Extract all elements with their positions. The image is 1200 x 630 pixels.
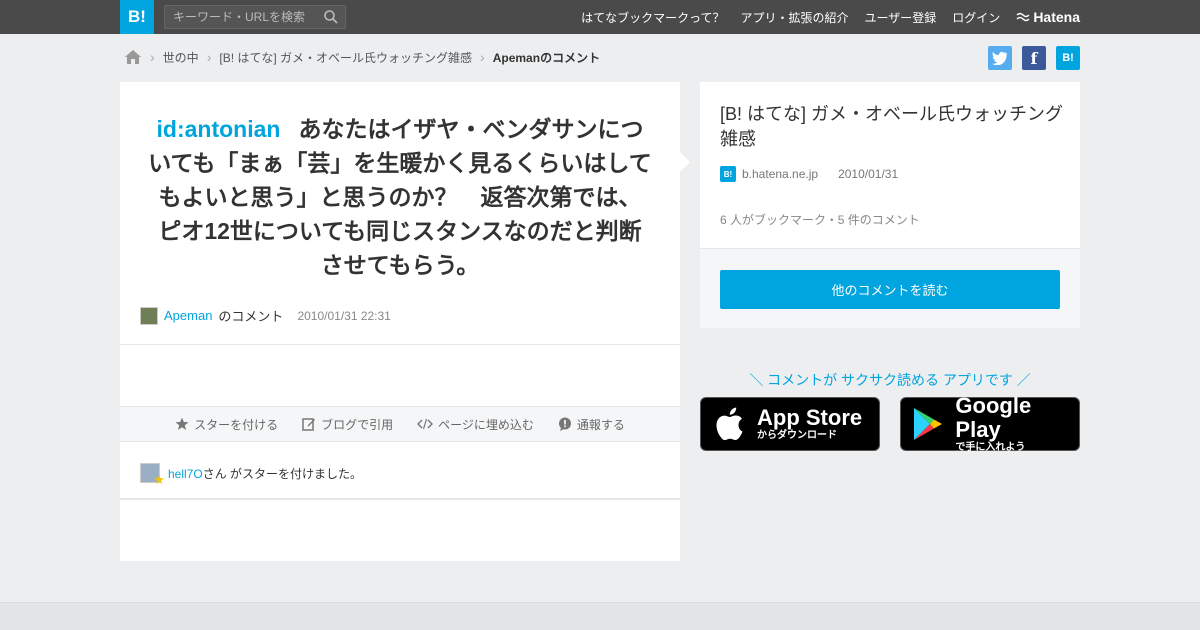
comment-actions: スターを付ける ブログで引用 ページに埋め込む 通報する [120, 406, 680, 442]
divider [120, 498, 680, 500]
breadcrumb: › 世の中 › [B! はてな] ガメ・オベール氏ウォッチング雑感 › Apem… [124, 46, 600, 68]
hatena-brand-text: Hatena [1033, 9, 1080, 25]
google-play-badge[interactable]: Google Play で手に入れよう [900, 393, 1080, 453]
star-list: ★ hell7Oさん がスターを付けました。 [140, 463, 363, 487]
embed-label: ページに埋め込む [438, 417, 534, 432]
edit-icon [302, 418, 316, 431]
entry-site-link[interactable]: b.hatena.ne.jp [742, 167, 818, 181]
report-label: 通報する [576, 417, 625, 432]
divider [120, 344, 680, 345]
search-box [164, 5, 346, 29]
top-bar: B! はてなブックマークって？ アプリ・拡張の紹介 ユーザー登録 ログイン Ha… [0, 0, 1200, 34]
star-user-link[interactable]: hell7O [168, 467, 203, 481]
share-buttons: f B! [988, 46, 1080, 70]
avatar[interactable]: ★ [140, 463, 165, 487]
comment-user-link[interactable]: Apeman [164, 308, 212, 323]
hatena-share-button[interactable]: B! [1056, 46, 1080, 70]
breadcrumb-entry[interactable]: [B! はてな] ガメ・オベール氏ウォッチング雑感 [219, 49, 472, 66]
report-button[interactable]: 通報する [558, 416, 625, 433]
comment-body: id:antonian あなたはイザヤ・ベンダサンについても「まぁ「芸」を生暖かく… [120, 82, 680, 282]
add-star-label: スターを付ける [194, 417, 279, 432]
chevron-right-icon: › [480, 49, 485, 65]
search-icon[interactable] [323, 9, 339, 25]
breadcrumb-category[interactable]: 世の中 [163, 49, 199, 66]
read-other-comments-button[interactable]: 他のコメントを読む [720, 270, 1060, 309]
facebook-share-button[interactable]: f [1022, 46, 1046, 70]
comment-card: id:antonian あなたはイザヤ・ベンダサンについても「まぁ「芸」を生暖かく… [120, 82, 680, 561]
entry-footer: 他のコメントを読む [700, 248, 1080, 328]
add-star-button[interactable]: スターを付ける [175, 416, 278, 433]
nav-login[interactable]: ログイン [952, 9, 1000, 26]
site-favicon-icon: B! [720, 166, 736, 182]
google-play-subtitle: で手に入れよう [955, 442, 1026, 453]
nav-about[interactable]: はてなブックマークって？ [581, 9, 724, 26]
app-store-title: App Store [757, 405, 863, 430]
google-play-icon [914, 408, 943, 440]
chevron-right-icon: › [206, 49, 212, 65]
apple-icon [716, 407, 743, 441]
search-input[interactable] [165, 6, 315, 28]
entry-date: 2010/01/31 [838, 167, 899, 181]
comment-meta: Apeman のコメント 2010/01/31 22:31 [140, 306, 391, 325]
nav-apps[interactable]: アプリ・拡張の紹介 [741, 9, 849, 26]
twitter-icon [992, 51, 1008, 65]
alert-icon [558, 417, 571, 431]
footer [0, 602, 1200, 630]
breadcrumb-current: Apemanのコメント [492, 50, 601, 65]
entry-counts[interactable]: 6 人がブックマーク・5 件のコメント [720, 211, 920, 228]
card-pointer [680, 152, 690, 172]
comment-datetime[interactable]: 2010/01/31 22:31 [297, 309, 390, 323]
embed-button[interactable]: ページに埋め込む [417, 416, 534, 433]
app-store-badge[interactable]: App Store からダウンロード [700, 397, 880, 451]
hatena-bookmark-logo[interactable]: B! [120, 0, 154, 34]
blog-quote-label: ブログで引用 [321, 417, 394, 432]
entry-title-link[interactable]: [B! はてな] ガメ・オベール氏ウォッチング雑感 [720, 102, 1065, 152]
entry-site: B! b.hatena.ne.jp 2010/01/31 [720, 166, 898, 182]
hatena-brand-link[interactable]: Hatena [1016, 9, 1080, 25]
avatar[interactable] [140, 306, 158, 325]
id-call-link[interactable]: id:antonian [157, 116, 281, 142]
comment-user-suffix: のコメント [218, 309, 284, 324]
hatena-wave-icon [1016, 12, 1030, 22]
twitter-share-button[interactable] [988, 46, 1012, 70]
star-message: さん がスターを付けました。 [202, 466, 363, 481]
chevron-right-icon: › [150, 49, 155, 65]
star-icon: ★ [153, 472, 165, 487]
entry-card: [B! はてな] ガメ・オベール氏ウォッチング雑感 B! b.hatena.ne… [700, 82, 1080, 328]
nav-register[interactable]: ユーザー登録 [865, 9, 937, 26]
blog-quote-button[interactable]: ブログで引用 [302, 416, 393, 433]
google-play-title: Google Play [955, 393, 1032, 442]
code-icon [417, 418, 434, 430]
app-promo-headline: ＼ コメントが サクサク読める アプリです ／ [749, 372, 1031, 388]
top-nav: はてなブックマークって？ アプリ・拡張の紹介 ユーザー登録 ログイン Haten… [581, 0, 1080, 34]
app-store-subtitle: からダウンロード [757, 430, 837, 441]
home-icon[interactable] [124, 49, 142, 65]
star-icon [175, 417, 189, 430]
